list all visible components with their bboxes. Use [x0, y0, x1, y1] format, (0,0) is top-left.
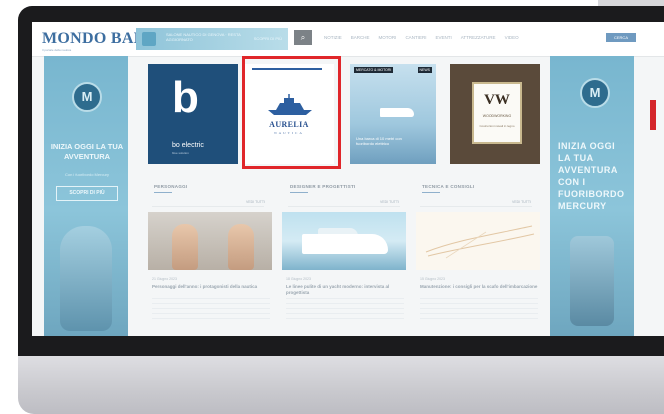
tile-sub: Costruzioni navali in legno — [479, 124, 515, 128]
tile-brand: bo electric — [172, 142, 204, 149]
article-image-drawing[interactable] — [416, 212, 540, 270]
browser-screen: MONDO BARCA Il portale della nautica SAL… — [32, 22, 664, 336]
hull-sketch-icon — [425, 225, 535, 259]
article-excerpt — [286, 298, 404, 320]
header-ad-banner[interactable]: SALONE NAUTICO DI GENOVA · RESTA AGGIORN… — [136, 28, 288, 50]
article-excerpt — [152, 298, 270, 320]
tile-caption: Una barca di 10 metri con fuoribordo ele… — [356, 136, 402, 146]
vw-logo: VW WOODWORKING Costruzioni navali in leg… — [472, 82, 522, 144]
selection-highlight — [242, 56, 341, 169]
section-more-link[interactable]: VEDI TUTTI — [246, 200, 265, 204]
section-divider — [420, 206, 532, 207]
tile-sub: blue solution — [172, 151, 189, 155]
left-banner-button[interactable]: SCOPRI DI PIÙ — [56, 186, 118, 201]
nav-item[interactable]: BARCHE — [351, 35, 370, 40]
left-banner-headline: INIZIA OGGI LA TUA AVVENTURA — [50, 142, 124, 161]
tile-bo-electric[interactable]: b bo electric blue solution — [148, 64, 238, 164]
nav-item[interactable]: VIDEO — [505, 35, 519, 40]
nav-item[interactable]: ATTREZZATURE — [461, 35, 496, 40]
right-banner-headline: INIZIA OGGI LA TUA AVVENTURA CON I FUORI… — [558, 141, 625, 211]
mercury-logo-icon: M — [72, 82, 102, 112]
nav-item[interactable]: NOTIZIE — [324, 35, 342, 40]
article-date: 15 Giugno 2023 — [420, 277, 445, 281]
article-date: 21 Giugno 2023 — [152, 277, 177, 281]
bo-electric-logo-icon: b — [172, 73, 199, 122]
section-title: PERSONAGGI — [154, 184, 188, 189]
section-divider — [152, 206, 264, 207]
tile-news-boat[interactable]: MERCATO & MOTORI NEWS Una barca di 10 me… — [350, 64, 436, 164]
scroll-indicator[interactable] — [650, 100, 656, 130]
article-excerpt — [420, 298, 538, 320]
banner-action: SCOPRI DI PIÙ — [253, 36, 282, 41]
section-title: TECNICA E CONSIGLI — [422, 184, 475, 189]
speedboat-image — [380, 108, 414, 117]
mercury-logo-icon: M — [580, 78, 610, 108]
section-underline — [422, 192, 440, 193]
site-logo-subtitle: Il portale della nautica — [42, 48, 72, 52]
monitor-chin — [18, 356, 664, 414]
yacht-hull — [302, 234, 388, 254]
left-banner-subtext: Con i fuoribordo Mercury — [64, 172, 110, 177]
section-more-link[interactable]: VEDI TUTTI — [512, 200, 531, 204]
section-title: DESIGNER E PROGETTISTI — [290, 184, 356, 189]
inflatable-boat-image — [60, 226, 112, 331]
tile-vw-woodworking[interactable]: VW WOODWORKING Costruzioni navali in leg… — [450, 64, 540, 164]
banner-logo-icon — [142, 32, 156, 46]
banner-text: SALONE NAUTICO DI GENOVA · RESTA AGGIORN… — [166, 32, 241, 42]
section-underline — [290, 192, 308, 193]
tile-category-badge[interactable]: MERCATO & MOTORI — [354, 67, 394, 73]
right-side-banner[interactable]: M INIZIA OGGI LA TUA AVVENTURA CON I FUO… — [550, 56, 634, 336]
tile-news-badge[interactable]: NEWS — [417, 67, 432, 73]
person-image — [228, 224, 254, 270]
section-more-link[interactable]: VEDI TUTTI — [380, 200, 399, 204]
left-side-banner[interactable]: M INIZIA OGGI LA TUA AVVENTURA Con i fuo… — [44, 56, 128, 336]
nav-item[interactable]: CANTIERI — [405, 35, 426, 40]
nav-item[interactable]: MOTORI — [379, 35, 397, 40]
outboard-engine-image — [570, 236, 614, 326]
article-headline[interactable]: Manutenzione: i consigli per la scafo de… — [420, 284, 538, 290]
vw-logo-letters: VW — [484, 92, 510, 108]
article-image-people[interactable] — [148, 212, 272, 270]
tile-brand: WOODWORKING — [482, 114, 512, 118]
section-divider — [288, 206, 400, 207]
article-image-yacht[interactable] — [282, 212, 406, 270]
article-headline[interactable]: Personaggi dell'anno: i protagonisti del… — [152, 284, 270, 290]
nav-cta-button[interactable]: CERCA — [606, 33, 636, 42]
article-date: 18 Giugno 2023 — [286, 277, 311, 281]
main-nav: NOTIZIE BARCHE MOTORI CANTIERI EVENTI AT… — [324, 35, 519, 40]
nav-item[interactable]: EVENTI — [435, 35, 451, 40]
section-underline — [154, 192, 172, 193]
person-image — [172, 224, 198, 270]
article-headline[interactable]: Le linee pulite di un yacht moderno: int… — [286, 284, 404, 296]
site-header: MONDO BARCA Il portale della nautica SAL… — [32, 22, 664, 57]
search-icon[interactable]: ⌕ — [294, 30, 312, 45]
